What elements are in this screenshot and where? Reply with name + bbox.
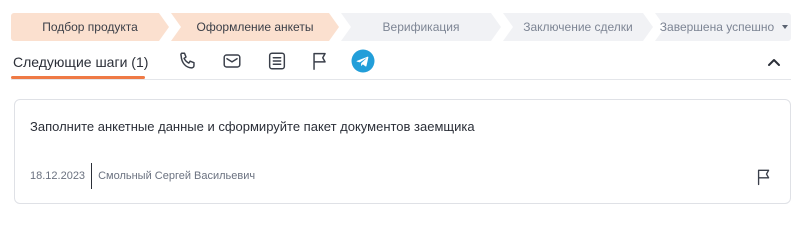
activity-tabs: Следующие шаги (1) (11, 44, 791, 80)
next-step-task-card[interactable]: Заполните анкетные данные и сформируйте … (14, 99, 791, 204)
stage-verification[interactable]: Верификация (341, 13, 501, 41)
tab-next-steps[interactable]: Следующие шаги (1) (11, 44, 150, 80)
stage-label: Завершена успешно (659, 20, 775, 34)
active-tab-indicator (11, 76, 145, 79)
caret-down-icon[interactable] (782, 25, 788, 29)
flag-icon[interactable] (308, 49, 332, 73)
stage-completed-successfully[interactable]: Завершена успешно (655, 13, 791, 41)
flag-icon[interactable] (753, 166, 775, 188)
collapse-chevron-up-icon[interactable] (765, 53, 783, 71)
task-meta: 18.12.2023 Смольный Сергей Васильевич (30, 163, 255, 189)
task-description: Заполните анкетные данные и сформируйте … (30, 119, 475, 134)
tab-next-steps-label: Следующие шаги (1) (13, 54, 149, 70)
stage-label: Подбор продукта (42, 20, 138, 34)
phone-icon[interactable] (176, 49, 200, 73)
document-icon[interactable] (265, 49, 289, 73)
telegram-icon[interactable] (351, 49, 375, 73)
task-date: 18.12.2023 (30, 170, 86, 182)
stage-deal-closing[interactable]: Заключение сделки (503, 13, 653, 41)
deal-stage-stepper: Подбор продукта Оформление анкеты Верифи… (11, 13, 791, 41)
stage-label: Заключение сделки (523, 20, 633, 34)
stage-product-selection[interactable]: Подбор продукта (11, 13, 169, 41)
task-author: Смольный Сергей Васильевич (98, 170, 256, 182)
stage-label: Верификация (382, 20, 460, 34)
stage-label: Оформление анкеты (196, 20, 314, 34)
meta-divider (91, 163, 93, 189)
stage-application-form[interactable]: Оформление анкеты (171, 13, 339, 41)
mail-icon[interactable] (220, 49, 244, 73)
